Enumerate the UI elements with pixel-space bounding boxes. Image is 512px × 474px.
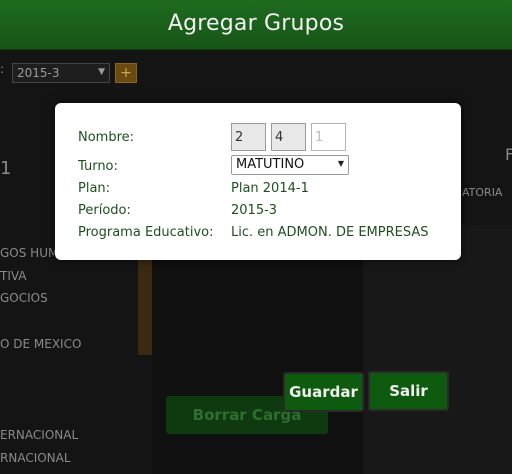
group-count: 1	[0, 158, 12, 179]
guardar-button[interactable]: Guardar	[283, 372, 364, 412]
add-button[interactable]: +	[115, 63, 137, 83]
turno-select-value: MATUTINO	[236, 157, 305, 172]
turno-select[interactable]: MATUTINO ▼	[231, 155, 349, 175]
list-item[interactable]: GOS HUM	[0, 246, 58, 260]
list-item[interactable]: O DE MEXICO	[0, 337, 81, 351]
bg-right-panel	[364, 225, 512, 474]
nombre-label: Nombre:	[78, 130, 135, 145]
bg-colon: :	[0, 62, 5, 76]
turno-label: Turno:	[78, 159, 118, 174]
list-item[interactable]: TIVA	[0, 269, 27, 283]
list-item[interactable]: GOCIOS	[0, 291, 48, 305]
nombre-field-3[interactable]: 1	[311, 123, 346, 151]
list-item[interactable]: RNACIONAL	[0, 451, 71, 465]
list-item[interactable]: ERNACIONAL	[0, 428, 78, 442]
plan-label: Plan:	[78, 181, 111, 196]
programa-label: Programa Educativo:	[78, 225, 214, 240]
periodo-value: 2015-3	[231, 203, 278, 218]
chevron-down-icon: ▼	[98, 67, 105, 77]
bg-column-header: ATORIA	[462, 186, 503, 199]
period-select-value: 2015-3	[17, 66, 60, 80]
periodo-label: Período:	[78, 203, 131, 218]
chevron-down-icon: ▼	[337, 159, 344, 168]
bg-middle-panel	[152, 225, 362, 474]
add-group-dialog: Nombre: 2 4 1 Turno: MATUTINO ▼ Plan: Pl…	[55, 103, 461, 260]
period-select[interactable]: 2015-3 ▼	[12, 63, 110, 83]
nombre-field-2[interactable]: 4	[271, 123, 306, 151]
salir-button[interactable]: Salir	[368, 371, 449, 411]
programa-value: Lic. en ADMON. DE EMPRESAS	[231, 225, 429, 240]
page-title: Agregar Grupos	[167, 11, 345, 36]
bg-right-letter: F	[505, 145, 512, 164]
plan-value: Plan 2014-1	[231, 181, 309, 196]
nombre-field-1[interactable]: 2	[231, 123, 266, 151]
header-bar: Agregar Grupos	[0, 0, 512, 50]
